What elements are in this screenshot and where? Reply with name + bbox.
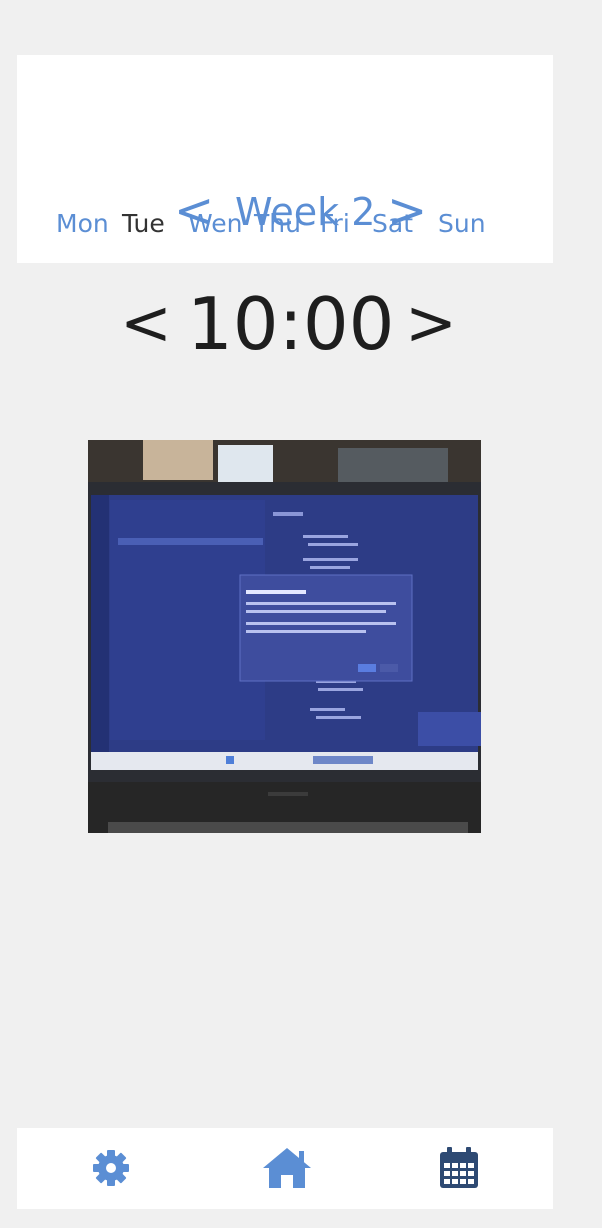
day-mon[interactable]: Mon [56, 208, 109, 240]
prev-time-button[interactable]: < [120, 292, 172, 354]
day-wen[interactable]: Wen [188, 208, 242, 240]
time-selector: < 10:00 > [0, 288, 602, 368]
bottom-navigation [17, 1128, 553, 1209]
calendar-icon [440, 1147, 478, 1188]
day-selector: Mon Tue Wen Thu Fri Sat Sun [0, 208, 602, 240]
day-sun[interactable]: Sun [438, 208, 486, 240]
next-time-button[interactable]: > [405, 292, 457, 354]
calendar-button[interactable] [435, 1144, 483, 1192]
day-thu[interactable]: Thu [254, 208, 301, 240]
day-tue[interactable]: Tue [122, 208, 165, 240]
day-fri[interactable]: Fri [320, 208, 350, 240]
gear-icon [93, 1150, 129, 1186]
home-icon [263, 1148, 311, 1188]
home-button[interactable] [261, 1144, 311, 1192]
time-value: 10:00 [187, 282, 395, 366]
settings-button[interactable] [87, 1144, 135, 1192]
laptop-screen-photo [88, 440, 481, 833]
day-sat[interactable]: Sat [372, 208, 413, 240]
